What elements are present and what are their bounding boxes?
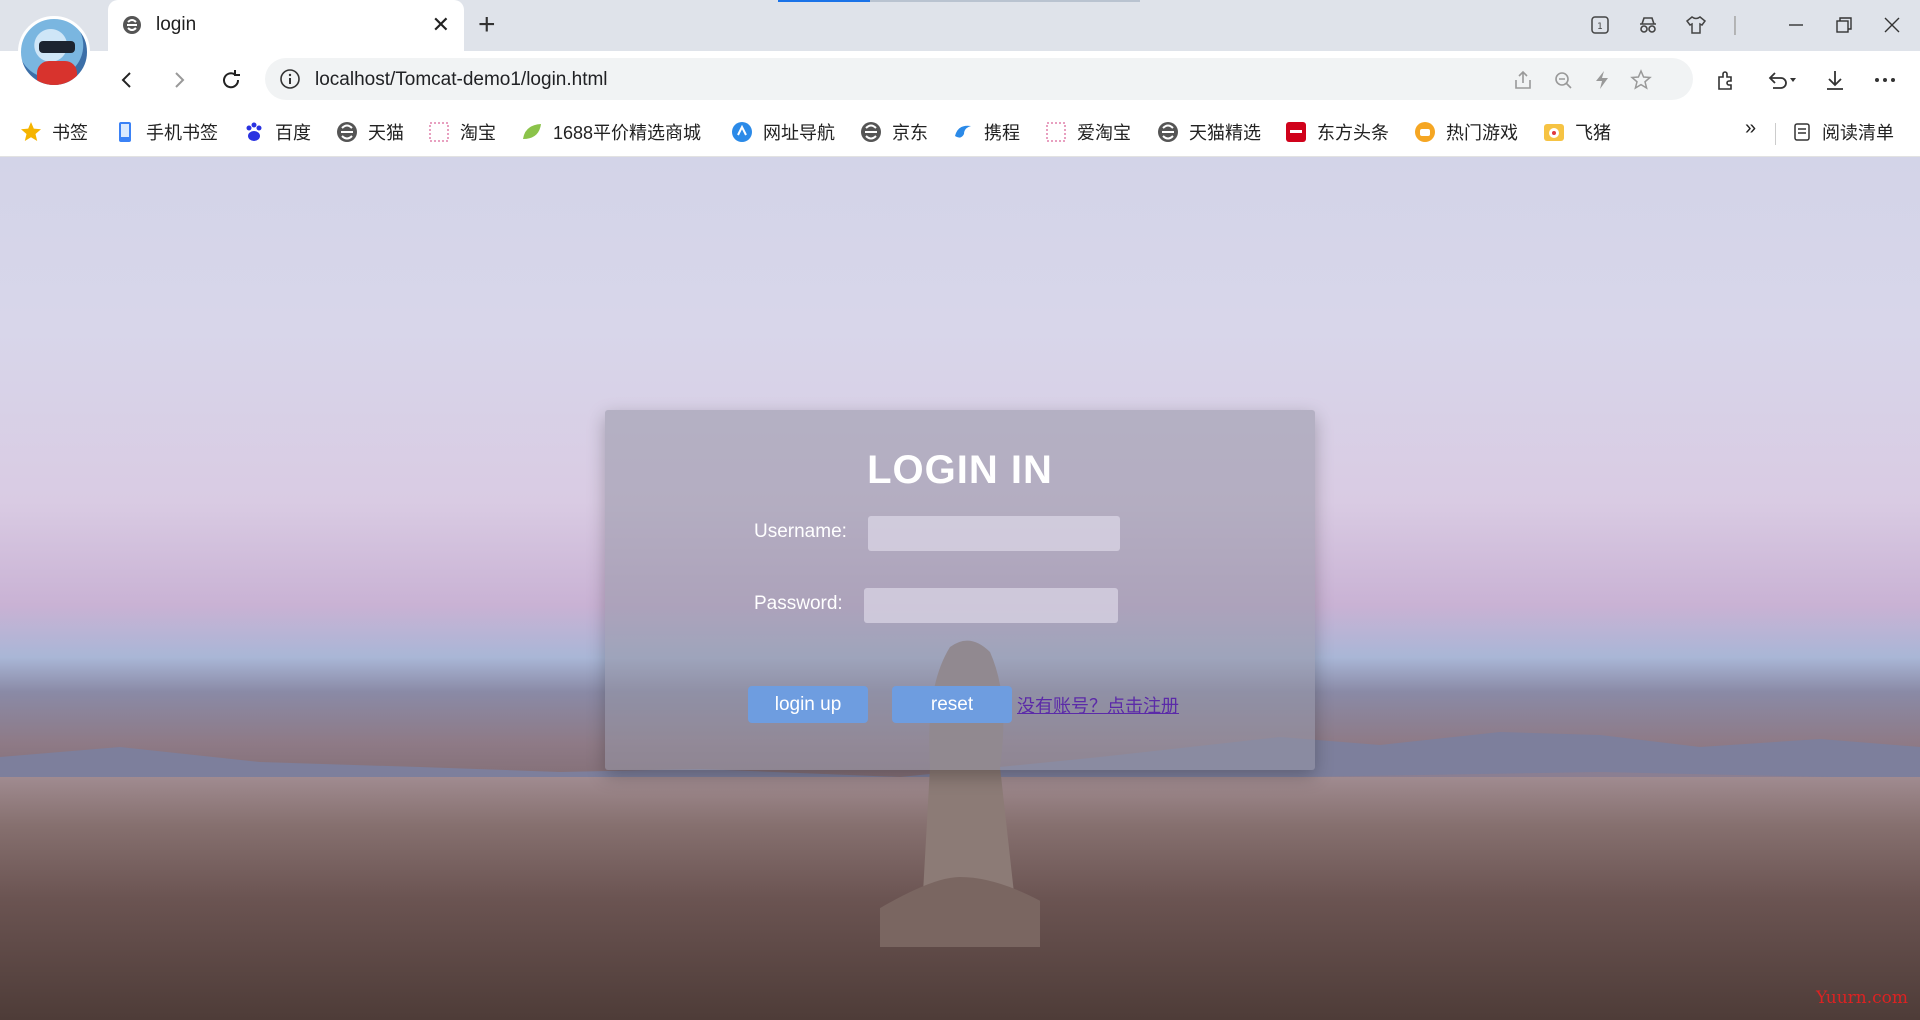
star-icon <box>21 122 41 141</box>
zoom-out-icon[interactable] <box>1550 67 1576 93</box>
bookmark-label: 爱淘宝 <box>1077 123 1131 143</box>
username-input[interactable] <box>868 516 1120 551</box>
tab-counter-icon[interactable]: 1 <box>1582 10 1618 40</box>
address-bar[interactable]: localhost/Tomcat-demo1/login.html <box>265 58 1693 100</box>
bookmark-label: 百度 <box>275 123 311 143</box>
bookmark-item[interactable]: 淘宝 <box>428 117 496 147</box>
url-text[interactable]: localhost/Tomcat-demo1/login.html <box>315 69 608 91</box>
nav-icon <box>732 122 752 142</box>
dongfang-icon <box>1286 122 1306 142</box>
bookmark-item[interactable]: 百度 <box>243 117 311 147</box>
placeholder-icon <box>1046 122 1066 142</box>
edge-e-icon <box>123 16 141 34</box>
bookmark-item[interactable]: 东方头条 <box>1285 117 1389 147</box>
bookmark-item[interactable]: 书签 <box>20 117 88 147</box>
bookmark-item[interactable]: 飞猪 <box>1543 117 1611 147</box>
edge-e-icon <box>1158 122 1178 142</box>
bookmark-label: 京东 <box>892 123 928 143</box>
edge-e-icon <box>337 122 357 142</box>
bookmark-label: 手机书签 <box>146 123 218 143</box>
reading-list-icon <box>1794 123 1810 141</box>
tab-close-icon[interactable]: ✕ <box>432 12 450 38</box>
bookmark-label: 淘宝 <box>460 123 496 143</box>
svg-text:1: 1 <box>1597 22 1603 32</box>
password-input[interactable] <box>864 588 1118 623</box>
username-label: Username: <box>754 521 847 542</box>
toolbar: localhost/Tomcat-demo1/login.html <box>0 51 1920 109</box>
bookmark-item[interactable]: 热门游戏 <box>1414 117 1518 147</box>
dolphin-icon <box>955 125 971 138</box>
bookmark-item[interactable]: 爱淘宝 <box>1045 117 1131 147</box>
close-window-icon[interactable] <box>1874 10 1910 40</box>
avatar-body <box>37 61 77 85</box>
login-button[interactable]: login up <box>748 686 868 723</box>
reading-list-button[interactable]: 阅读清单 <box>1792 117 1894 147</box>
bookmark-label: 携程 <box>984 123 1020 143</box>
watermark: Yuurn.com <box>1816 988 1908 1008</box>
bookmark-label: 天猫精选 <box>1189 123 1261 143</box>
incognito-icon[interactable] <box>1630 10 1666 40</box>
bookmarks-more-icon[interactable]: » <box>1745 117 1756 140</box>
site-info-icon[interactable] <box>279 68 301 90</box>
favorite-star-icon[interactable] <box>1628 67 1654 93</box>
bookmark-label: 热门游戏 <box>1446 123 1518 143</box>
baidu-paw-icon <box>246 122 262 141</box>
more-menu-icon[interactable] <box>1866 61 1904 99</box>
back-icon[interactable] <box>108 61 146 99</box>
page-background: LOGIN IN Username: Password: login up re… <box>0 157 1920 1020</box>
tab-title: login <box>156 14 197 35</box>
edge-e-icon <box>861 122 881 142</box>
avatar-sunglasses <box>39 41 75 53</box>
browser-tab[interactable]: login ✕ <box>108 0 464 51</box>
toolbar-divider: | <box>1732 13 1738 36</box>
bookmark-item[interactable]: 1688平价精选商城 <box>521 117 701 147</box>
game-icon <box>1415 122 1435 142</box>
login-title: LOGIN IN <box>867 448 1053 492</box>
bookmark-label: 飞猪 <box>1575 123 1611 143</box>
bookmark-item[interactable]: 天猫精选 <box>1157 117 1261 147</box>
undo-dropdown-icon[interactable] <box>1757 61 1807 99</box>
forward-icon[interactable] <box>160 61 198 99</box>
restore-icon[interactable] <box>1826 10 1862 40</box>
tab-strip: login ✕ + 1 | <box>0 0 1920 51</box>
leaf-icon <box>523 124 541 139</box>
bookmark-item[interactable]: 携程 <box>952 117 1020 147</box>
bookmark-item[interactable]: 网址导航 <box>731 117 835 147</box>
login-card: LOGIN IN Username: Password: login up re… <box>605 410 1315 770</box>
bookmark-label: 1688平价精选商城 <box>553 123 702 143</box>
placeholder-icon <box>429 122 449 142</box>
bookmark-item[interactable]: 手机书签 <box>114 117 218 147</box>
password-label: Password: <box>754 593 843 614</box>
bookmark-item[interactable]: 京东 <box>860 117 928 147</box>
feizhu-icon <box>1544 124 1564 141</box>
bookmark-item[interactable]: 天猫 <box>336 117 404 147</box>
lightning-icon[interactable] <box>1589 67 1615 93</box>
reset-button[interactable]: reset <box>892 686 1012 723</box>
bookmark-label: 天猫 <box>368 123 404 143</box>
bookmark-label: 网址导航 <box>763 123 835 143</box>
bookmark-label: 书签 <box>52 123 88 143</box>
register-link[interactable]: 没有账号？点击注册 <box>1017 692 1179 718</box>
minimize-icon[interactable] <box>1778 10 1814 40</box>
share-icon[interactable] <box>1510 67 1536 93</box>
shirt-icon[interactable] <box>1678 10 1714 40</box>
phone-icon <box>119 122 131 142</box>
bookmarks-divider <box>1775 123 1776 145</box>
bookmarks-bar: 书签 手机书签 百度 天猫 淘宝 1688平价精选商城 网址导航 京东 携程 爱… <box>0 109 1920 157</box>
bookmark-label: 东方头条 <box>1317 123 1389 143</box>
download-icon[interactable] <box>1816 61 1854 99</box>
new-tab-icon[interactable]: + <box>478 8 496 42</box>
extensions-icon[interactable] <box>1707 61 1745 99</box>
reload-icon[interactable] <box>212 61 250 99</box>
loading-indicator <box>778 0 870 2</box>
reading-list-label: 阅读清单 <box>1822 123 1894 143</box>
profile-avatar[interactable] <box>18 16 90 88</box>
loading-track <box>870 0 1140 2</box>
